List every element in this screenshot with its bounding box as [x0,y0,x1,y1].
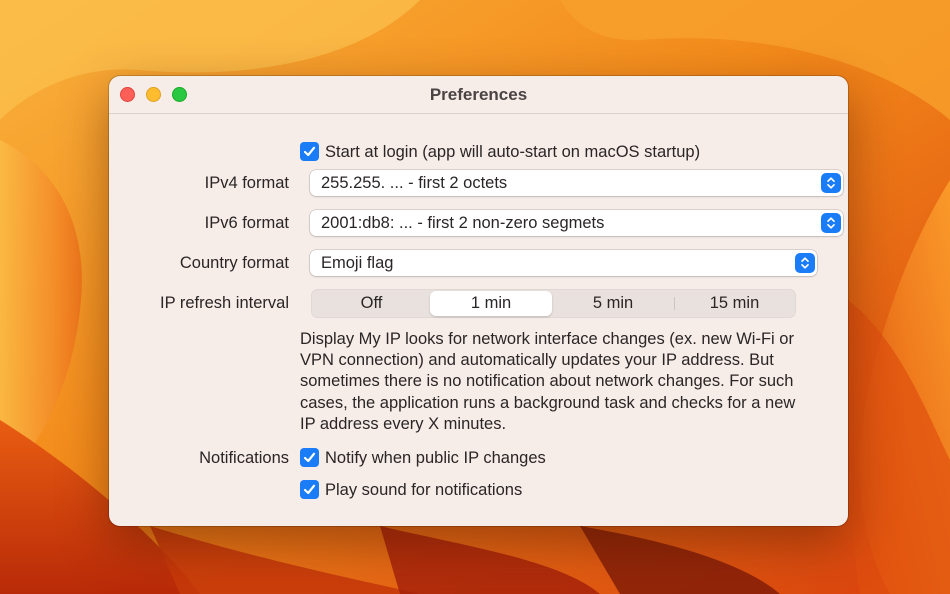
ipv4-format-label: IPv4 format [204,174,289,192]
start-at-login-label[interactable]: Start at login (app will auto-start on m… [325,143,700,162]
ipv6-format-label: IPv6 format [204,214,289,232]
ipv6-format-value: 2001:db8: ... - first 2 non-zero segmets [321,214,605,232]
refresh-interval-segmented-control[interactable]: Off 1 min 5 min 15 min [311,289,796,318]
refresh-description-text: Display My IP looks for network interfac… [300,330,796,433]
ipv4-format-value: 255.255. ... - first 2 octets [321,174,508,192]
notify-ip-change-checkbox[interactable] [300,448,319,467]
refresh-option-off[interactable]: Off [313,291,430,316]
preferences-window: Preferences Start at login (app will aut… [109,76,848,526]
ipv4-format-popup[interactable]: 255.255. ... - first 2 octets [310,170,843,196]
country-format-value: Emoji flag [321,254,394,272]
refresh-interval-label: IP refresh interval [159,294,289,312]
checkmark-icon [303,146,316,157]
refresh-option-1-min[interactable]: 1 min [430,291,552,316]
window-title: Preferences [429,85,528,104]
notifications-label: Notifications [199,449,289,467]
chevron-up-down-icon [821,173,841,193]
notify-ip-change-label[interactable]: Notify when public IP changes [325,449,546,468]
chevron-up-down-icon [821,213,841,233]
start-at-login-checkbox[interactable] [300,142,319,161]
ipv6-format-popup[interactable]: 2001:db8: ... - first 2 non-zero segmets [310,210,843,236]
chevron-up-down-icon [795,253,815,273]
checkmark-icon [303,452,316,463]
country-format-popup[interactable]: Emoji flag [310,250,817,276]
refresh-option-5-min[interactable]: 5 min [552,291,674,316]
play-sound-checkbox[interactable] [300,480,319,499]
refresh-option-15-min[interactable]: 15 min [675,291,794,316]
title-bar[interactable]: Preferences [109,76,848,114]
checkmark-icon [303,484,316,495]
play-sound-label[interactable]: Play sound for notifications [325,481,522,500]
country-format-label: Country format [179,254,289,272]
